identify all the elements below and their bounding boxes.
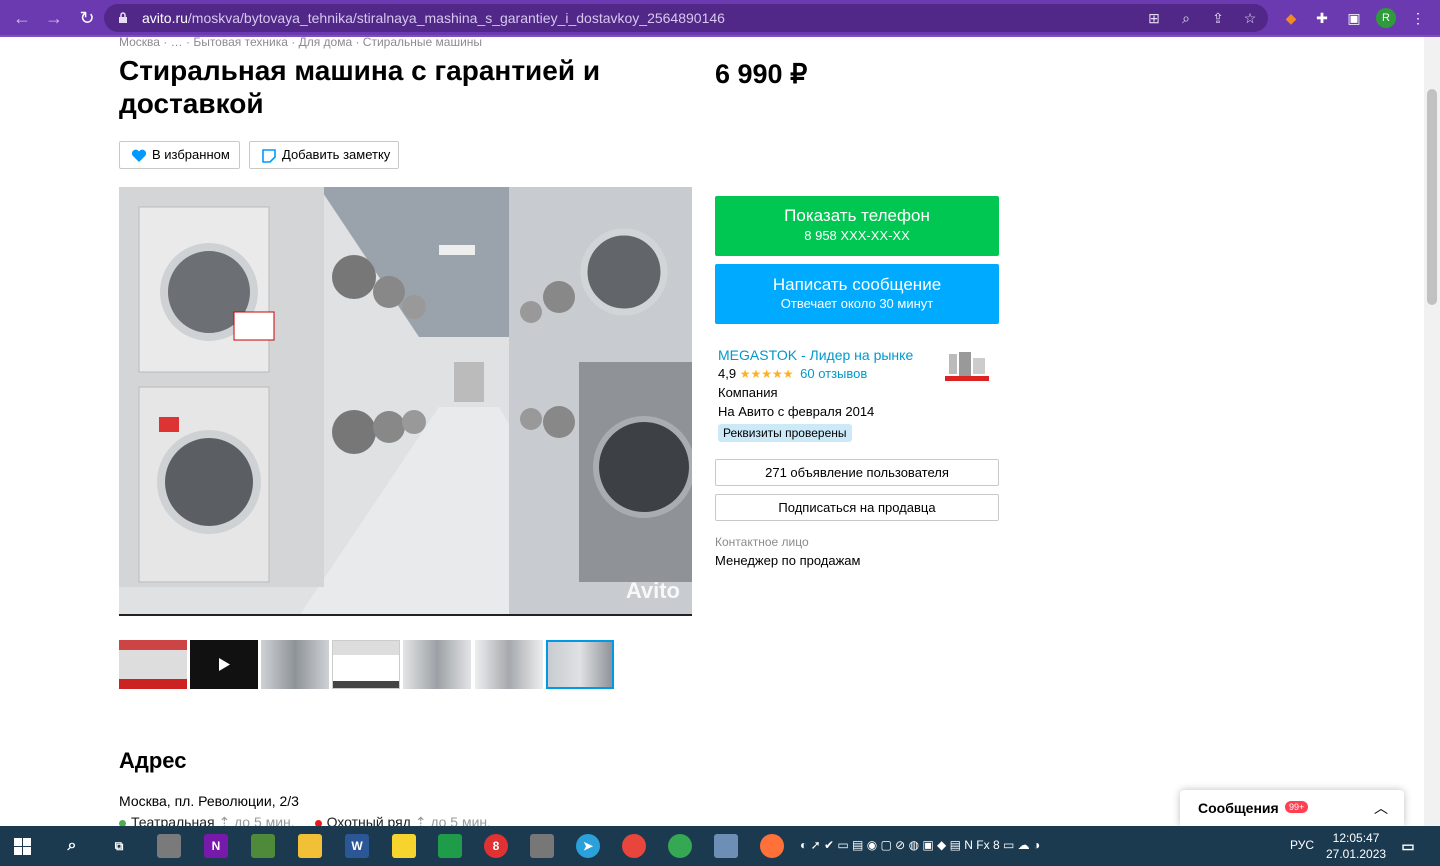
- main-photo[interactable]: Avito: [119, 187, 692, 616]
- show-phone-button[interactable]: Показать телефон 8 958 XXX-XX-XX: [715, 196, 999, 256]
- subscribe-seller-button[interactable]: Подписаться на продавца: [715, 494, 999, 521]
- address-heading: Адрес: [119, 748, 187, 773]
- thumbnail[interactable]: [261, 640, 329, 689]
- thumbnail-video[interactable]: [190, 640, 258, 689]
- metro-item: Охотный ряд ⇡ до 5 мин.: [314, 814, 491, 826]
- heart-icon: [131, 149, 147, 162]
- chrome-icon[interactable]: [622, 834, 646, 858]
- extensions-puzzle-icon[interactable]: ✚: [1312, 8, 1332, 28]
- thumbnail[interactable]: [332, 640, 400, 689]
- firefox-icon[interactable]: [760, 834, 784, 858]
- tray-icons[interactable]: ◐ ➚ ✔ ▭ ▤ ◉ ▢ ⊘ ◍ ▣ ◆ ▤ N Fx 8 ▭ ☁ ◑: [800, 838, 1040, 852]
- url-text: avito.ru/moskva/bytovaya_tehnika/stiraln…: [142, 10, 725, 26]
- note-icon: [262, 149, 276, 163]
- metamask-fox-icon[interactable]: ◆: [1281, 8, 1301, 28]
- contact-value: Менеджер по продажам: [715, 553, 861, 568]
- breadcrumb-item[interactable]: Для дома: [299, 37, 353, 49]
- translate-icon[interactable]: ⊞: [1146, 10, 1162, 26]
- reviews-link[interactable]: 60 отзывов: [800, 366, 867, 381]
- thumbnail[interactable]: [403, 640, 471, 689]
- seller-logo[interactable]: [945, 350, 989, 384]
- breadcrumb: Москва · … · Бытовая техника · Для дома …: [119, 37, 483, 49]
- thumbnail-selected[interactable]: [546, 640, 614, 689]
- rating-stars-icon: ★★★★★: [739, 367, 794, 381]
- explorer-folder-icon[interactable]: [298, 834, 322, 858]
- word-icon[interactable]: W: [345, 834, 369, 858]
- share-icon[interactable]: ⇪: [1210, 10, 1226, 26]
- scrollbar[interactable]: [1424, 37, 1440, 826]
- play-icon: [219, 658, 230, 671]
- price: 6 990 ₽: [715, 59, 808, 89]
- thumbnail[interactable]: [119, 640, 187, 689]
- scrollbar-thumb[interactable]: [1427, 89, 1437, 305]
- chevron-up-icon[interactable]: ︿: [1374, 798, 1388, 818]
- favorite-button[interactable]: В избранном: [119, 141, 240, 169]
- reload-icon[interactable]: ↻: [75, 6, 99, 30]
- sheets-icon[interactable]: [438, 834, 462, 858]
- seller-rating: 4,9 ★★★★★ 60 отзывов: [718, 366, 868, 381]
- seller-listings-button[interactable]: 271 объявление пользователя: [715, 459, 999, 486]
- page-title: Стиральная машина с гарантией и доставко…: [119, 55, 601, 119]
- notification-icon[interactable]: ▭: [1396, 834, 1420, 858]
- messages-label: Сообщения: [1198, 800, 1279, 816]
- thumbnail[interactable]: [475, 640, 543, 689]
- page-content: Москва · … · Бытовая техника · Для дома …: [0, 37, 1424, 826]
- address-text: Москва, пл. Революции, 2/3: [119, 793, 299, 809]
- seller-since: На Авито с февраля 2014: [718, 404, 875, 419]
- windows-taskbar: ⌕ ⧉ N W 8 ➤ ◐ ➚ ✔ ▭ ▤ ◉ ▢ ⊘ ◍ ▣ ◆ ▤ N Fx…: [0, 826, 1440, 866]
- menu-kebab-icon[interactable]: ⋮: [1408, 8, 1428, 28]
- app-8-icon[interactable]: 8: [484, 834, 508, 858]
- browser-toolbar: ← → ↻ avito.ru/moskva/bytovaya_tehnika/s…: [0, 0, 1440, 37]
- breadcrumb-item[interactable]: Стиральные машины: [363, 37, 482, 49]
- breadcrumb-item[interactable]: Москва: [119, 37, 160, 49]
- forward-icon[interactable]: →: [42, 6, 66, 30]
- clock[interactable]: 12:05:47 27.01.2023: [1326, 830, 1386, 862]
- zoom-icon[interactable]: ⌕: [1178, 10, 1194, 26]
- windows-start-icon[interactable]: [14, 838, 31, 855]
- app-tools-icon[interactable]: [530, 834, 554, 858]
- task-view-icon[interactable]: ⧉: [107, 834, 131, 858]
- metro-item: Театральная ⇡ до 5 мин.: [119, 814, 295, 826]
- messages-count-badge: 99+: [1285, 801, 1309, 813]
- seller-card: MEGASTOK - Лидер на рынке 4,9 ★★★★★ 60 о…: [718, 347, 913, 442]
- contact-label: Контактное лицо: [715, 535, 809, 549]
- chrome-profile-icon[interactable]: [668, 834, 692, 858]
- files-app-icon[interactable]: [157, 834, 181, 858]
- side-panel-icon[interactable]: ▣: [1344, 8, 1364, 28]
- onenote-icon[interactable]: N: [204, 834, 228, 858]
- photo-illustration: [119, 187, 692, 614]
- verified-badge: Реквизиты проверены: [718, 424, 852, 442]
- search-icon[interactable]: ⌕: [60, 834, 84, 858]
- breadcrumb-item[interactable]: …: [171, 37, 183, 49]
- lock-icon: [119, 12, 127, 23]
- calculator-icon[interactable]: [714, 834, 738, 858]
- write-message-button[interactable]: Написать сообщение Отвечает около 30 мин…: [715, 264, 999, 324]
- address-bar[interactable]: avito.ru/moskva/bytovaya_tehnika/stiraln…: [104, 4, 1268, 32]
- charts-app-icon[interactable]: [251, 834, 275, 858]
- messages-widget[interactable]: Сообщения 99+ ︿: [1180, 790, 1404, 826]
- back-icon[interactable]: ←: [10, 6, 34, 30]
- sticky-notes-icon[interactable]: [392, 834, 416, 858]
- language-indicator[interactable]: РУС: [1290, 838, 1314, 852]
- add-note-button[interactable]: Добавить заметку: [249, 141, 399, 169]
- breadcrumb-item[interactable]: Бытовая техника: [193, 37, 288, 49]
- seller-name-link[interactable]: MEGASTOK - Лидер на рынке: [718, 347, 913, 363]
- metro-list: Театральная ⇡ до 5 мин. Охотный ряд ⇡ до…: [119, 814, 491, 826]
- avito-watermark: Avito: [625, 578, 680, 603]
- profile-avatar[interactable]: R: [1376, 8, 1396, 28]
- bookmark-star-icon[interactable]: ☆: [1242, 10, 1258, 26]
- seller-type: Компания: [718, 385, 778, 400]
- telegram-icon[interactable]: ➤: [576, 834, 600, 858]
